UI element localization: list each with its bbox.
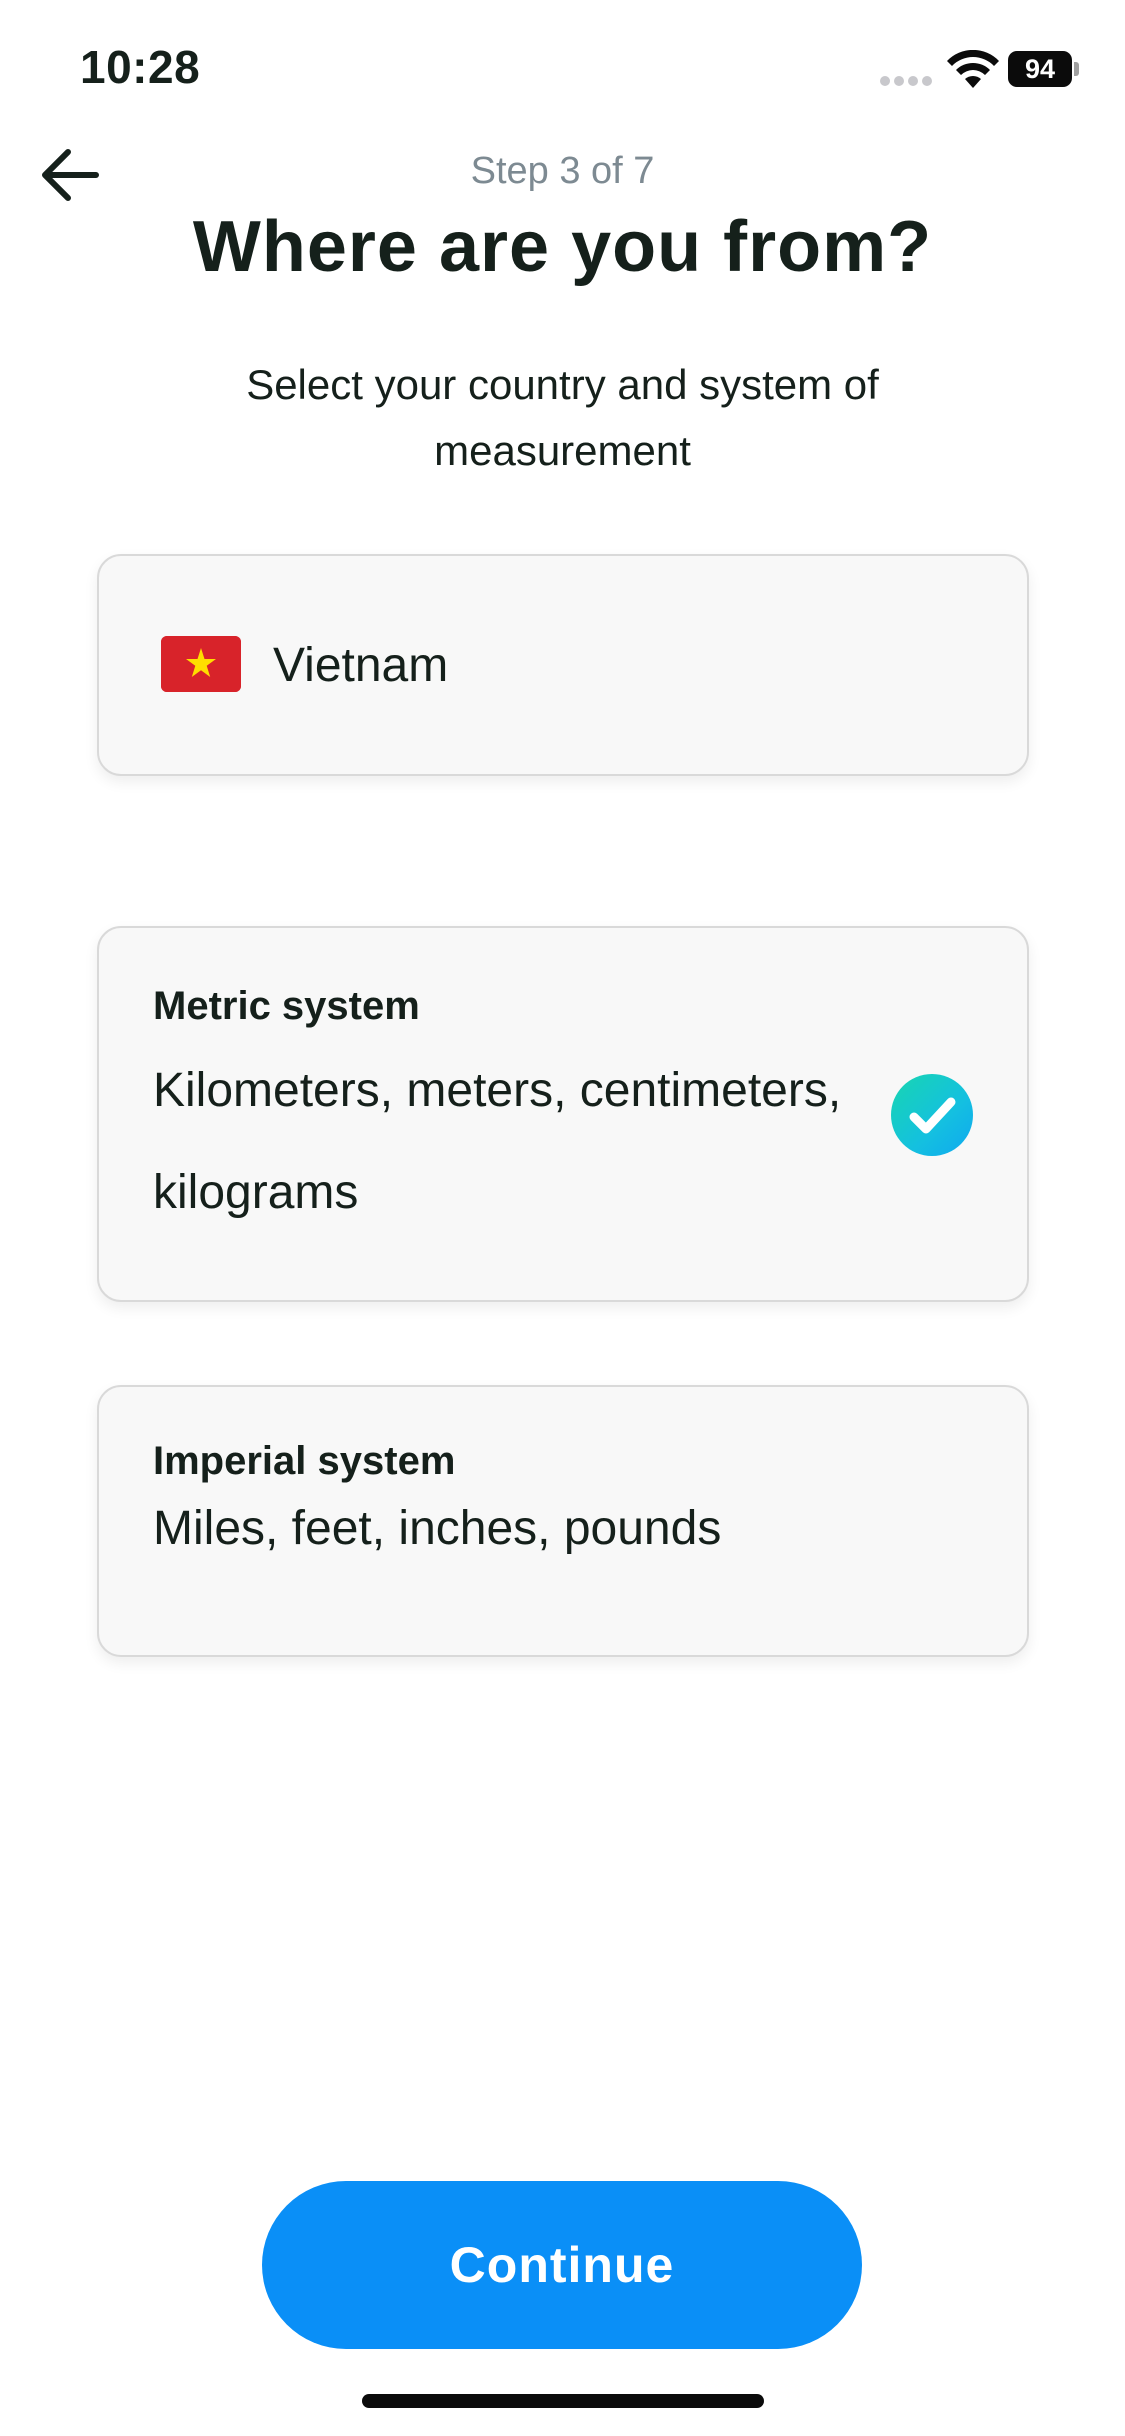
vietnam-flag-icon	[161, 636, 241, 692]
checkmark-icon	[891, 1074, 973, 1156]
step-indicator: Step 3 of 7	[470, 150, 655, 192]
status-bar: 10:28 94	[0, 0, 1125, 140]
option-description: Miles, feet, inches, pounds	[153, 1502, 722, 1555]
option-title: Metric system	[153, 984, 420, 1028]
battery-icon: 94	[1008, 51, 1080, 87]
home-indicator	[362, 2394, 764, 2408]
continue-button[interactable]: Continue	[262, 2181, 862, 2349]
page-title: Where are you from?	[192, 207, 933, 287]
country-selector[interactable]: Vietnam	[97, 554, 1029, 776]
imperial-system-option[interactable]: Imperial system Miles, feet, inches, pou…	[97, 1385, 1029, 1657]
wifi-icon	[946, 49, 1000, 90]
page-subtitle: Select your country and system of measur…	[246, 361, 879, 474]
status-time: 10:28	[80, 41, 201, 93]
metric-system-option[interactable]: Metric system Kilometers, meters, centim…	[97, 926, 1029, 1302]
option-title: Imperial system	[153, 1439, 456, 1483]
country-name: Vietnam	[273, 639, 449, 692]
cellular-signal-icon	[880, 76, 934, 88]
battery-level: 94	[1008, 51, 1072, 87]
option-description: Kilometers, meters, centimeters, kilogra…	[153, 1064, 842, 1219]
